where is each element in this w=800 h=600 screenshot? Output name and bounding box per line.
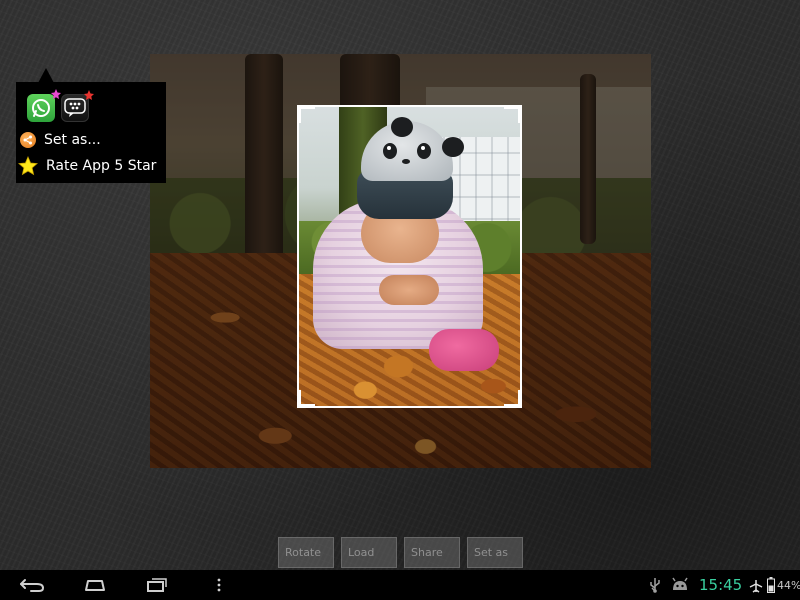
rotate-button[interactable]: Rotate [278, 537, 334, 568]
home-icon[interactable] [82, 574, 108, 596]
usb-icon [648, 577, 662, 597]
rate-app-menu-item[interactable]: Rate App 5 Star [18, 156, 156, 176]
share-icon [20, 132, 36, 148]
star-icon [18, 156, 38, 176]
set-as-menu-item[interactable]: Set as... [20, 132, 101, 148]
whatsapp-icon[interactable] [27, 89, 61, 122]
action-toolbar: Rotate Load Share Set as [278, 537, 523, 568]
crop-handle-top-right[interactable] [504, 107, 520, 123]
rate-app-label: Rate App 5 Star [46, 158, 157, 174]
share-popup-menu: Set as... Rate App 5 Star [16, 82, 166, 183]
airplane-mode-icon [749, 578, 763, 597]
crop-handle-top-left[interactable] [299, 107, 315, 123]
load-button[interactable]: Load [341, 537, 397, 568]
battery-icon [767, 577, 775, 597]
new-badge-icon [51, 89, 61, 99]
crop-handle-bottom-right[interactable] [504, 390, 520, 406]
crop-handle-bottom-left[interactable] [299, 390, 315, 406]
share-app-row [27, 89, 94, 124]
system-nav-bar: 15:45 44% [0, 570, 800, 600]
new-badge-icon [84, 90, 94, 100]
clock: 15:45 [699, 576, 743, 594]
set-as-button[interactable]: Set as [467, 537, 523, 568]
crop-preview [299, 107, 520, 406]
android-debug-icon [670, 577, 690, 597]
overflow-menu-icon[interactable] [212, 574, 226, 596]
recent-apps-icon[interactable] [145, 574, 169, 596]
battery-percentage: 44% [777, 579, 800, 592]
set-as-label: Set as... [44, 132, 101, 148]
bbm-icon[interactable] [61, 90, 94, 122]
popup-pointer [38, 68, 54, 83]
share-button[interactable]: Share [404, 537, 460, 568]
photo-canvas[interactable] [150, 54, 651, 468]
back-icon[interactable] [18, 574, 46, 596]
crop-selection[interactable] [297, 105, 522, 408]
